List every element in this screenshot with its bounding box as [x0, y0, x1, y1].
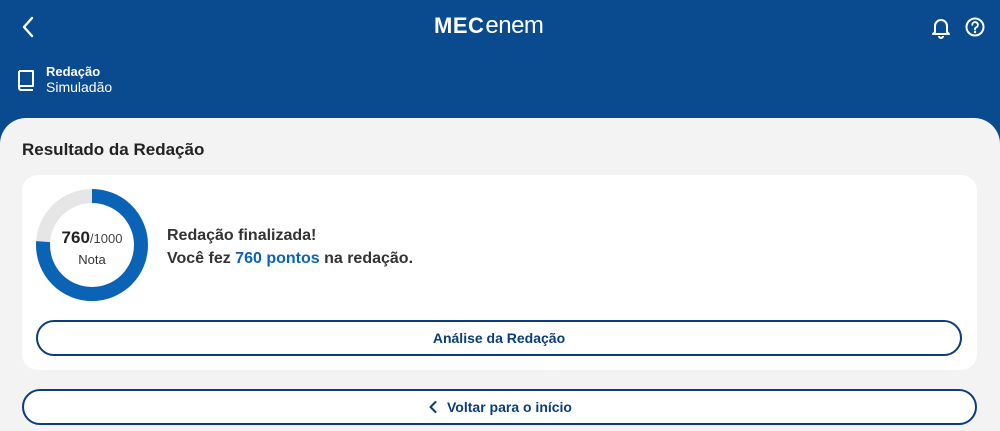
back-home-button[interactable]: Voltar para o início [22, 389, 977, 425]
score-donut: 760/1000 Nota [35, 188, 149, 302]
analysis-button[interactable]: Análise da Redação [36, 320, 962, 356]
result-message-prefix: Você fez [167, 250, 236, 267]
notifications-button[interactable] [930, 15, 952, 39]
main-content: Resultado da Redação 760/1000 Nota Redaç… [0, 118, 1000, 431]
back-home-button-label: Voltar para o início [447, 399, 572, 415]
result-points: 760 pontos [235, 250, 320, 267]
result-message-suffix: na redação. [319, 250, 414, 267]
chevron-left-icon [429, 401, 437, 413]
bell-icon [932, 19, 950, 39]
chevron-left-icon [22, 16, 34, 38]
app-header: MEC enem Redação Simuladão [0, 0, 1000, 118]
help-circle-icon [965, 17, 985, 37]
breadcrumb: Redação Simuladão [16, 64, 112, 96]
logo-mec-text: MEC [434, 13, 485, 38]
score-max: /1000 [89, 231, 123, 246]
logo-enem-text: enem [485, 12, 544, 39]
result-message-line2: Você fez 760 pontos na redação. [167, 247, 413, 270]
mec-enem-logo: MEC enem [434, 12, 544, 42]
score-value: 760 [61, 228, 90, 247]
result-message-line1: Redação finalizada! [167, 227, 317, 244]
breadcrumb-subtitle: Simuladão [46, 79, 113, 95]
book-icon [18, 70, 34, 91]
analysis-button-label: Análise da Redação [432, 330, 566, 346]
result-card: 760/1000 Nota Redação finalizada! Você f… [22, 175, 977, 370]
result-message: Redação finalizada! Você fez 760 pontos … [167, 224, 413, 270]
breadcrumb-title: Redação [46, 64, 101, 79]
page-title: Resultado da Redação [22, 140, 205, 159]
score-label: Nota [78, 252, 106, 267]
back-button[interactable] [16, 14, 40, 40]
help-button[interactable] [964, 15, 986, 39]
